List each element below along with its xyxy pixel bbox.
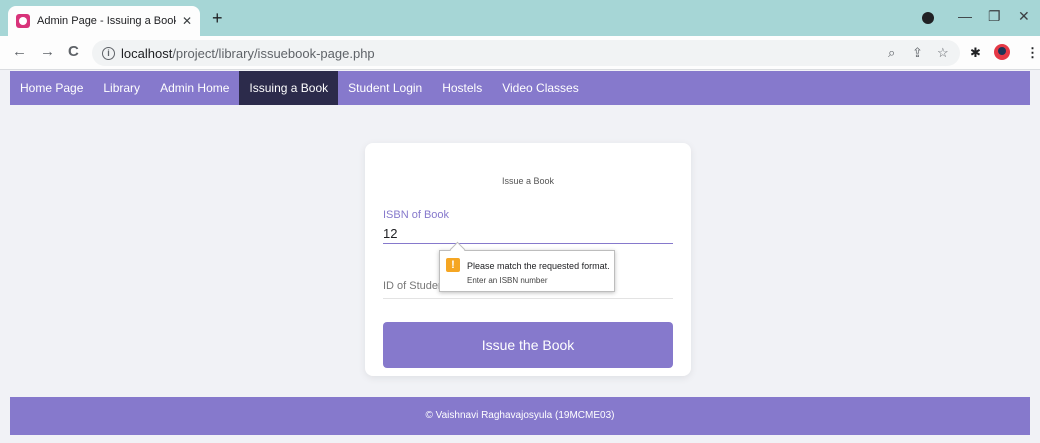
tab-close-icon[interactable]: ✕ — [182, 14, 192, 28]
nav-item-admin-home[interactable]: Admin Home — [150, 71, 239, 105]
browser-toolbar: ← → C i localhost/project/library/issueb… — [0, 36, 1040, 70]
issue-book-button[interactable]: Issue the Book — [383, 322, 673, 368]
browser-tab[interactable]: Admin Page - Issuing a Book | Lil ✕ — [8, 6, 200, 36]
share-icon[interactable]: ⇪ — [912, 45, 923, 61]
forward-button[interactable]: → — [40, 44, 55, 60]
footer: © Vaishnavi Raghavajosyula (19MCME03) — [10, 397, 1030, 435]
extensions-icon[interactable]: ✱ — [970, 45, 981, 61]
tooltip-hint: Enter an ISBN number — [467, 276, 548, 285]
nav-item-library[interactable]: Library — [93, 71, 150, 105]
browser-tabstrip: Admin Page - Issuing a Book | Lil ✕ + — … — [0, 0, 1040, 36]
nav-item-home-page[interactable]: Home Page — [10, 71, 93, 105]
nav-item-student-login[interactable]: Student Login — [338, 71, 432, 105]
url-host: localhost — [121, 45, 173, 61]
nav-item-video-classes[interactable]: Video Classes — [492, 71, 589, 105]
menu-dots-icon[interactable]: ⋮ — [1026, 45, 1039, 61]
isbn-input[interactable] — [383, 224, 673, 244]
student-id-underline — [383, 298, 673, 299]
warning-icon: ! — [446, 258, 460, 272]
reload-button[interactable]: C — [68, 44, 79, 60]
tooltip-message: Please match the requested format. — [467, 261, 610, 271]
bookmark-star-icon[interactable]: ☆ — [937, 45, 949, 61]
new-tab-button[interactable]: + — [212, 9, 223, 27]
nav-item-issuing-a-book[interactable]: Issuing a Book — [239, 71, 339, 105]
isbn-label: ISBN of Book — [383, 209, 450, 221]
profile-icon[interactable] — [922, 12, 934, 24]
site-nav: Home Page Library Admin Home Issuing a Book… — [10, 71, 1030, 105]
site-info-icon[interactable]: i — [102, 46, 115, 60]
zoom-icon[interactable]: ⌕ — [888, 45, 895, 61]
address-bar[interactable]: i localhost/project/library/issuebook-pa… — [92, 40, 960, 66]
validation-tooltip: ! Please match the requested format. Ent… — [439, 250, 615, 292]
tab-title: Admin Page - Issuing a Book | Lil — [37, 15, 176, 27]
nav-item-hostels[interactable]: Hostels — [432, 71, 492, 105]
student-id-placeholder[interactable]: ID of Student — [383, 280, 447, 292]
minimize-button[interactable]: — — [958, 8, 972, 24]
card-title: Issue a Book — [501, 176, 555, 186]
back-button[interactable]: ← — [12, 44, 27, 60]
extension-avatar-icon[interactable] — [994, 44, 1010, 60]
window-close-button[interactable]: ✕ — [1018, 8, 1030, 25]
url-path: /project/library/issuebook-page.php — [172, 45, 375, 61]
site-favicon-icon — [16, 14, 30, 28]
restore-button[interactable]: ❐ — [988, 8, 1001, 25]
